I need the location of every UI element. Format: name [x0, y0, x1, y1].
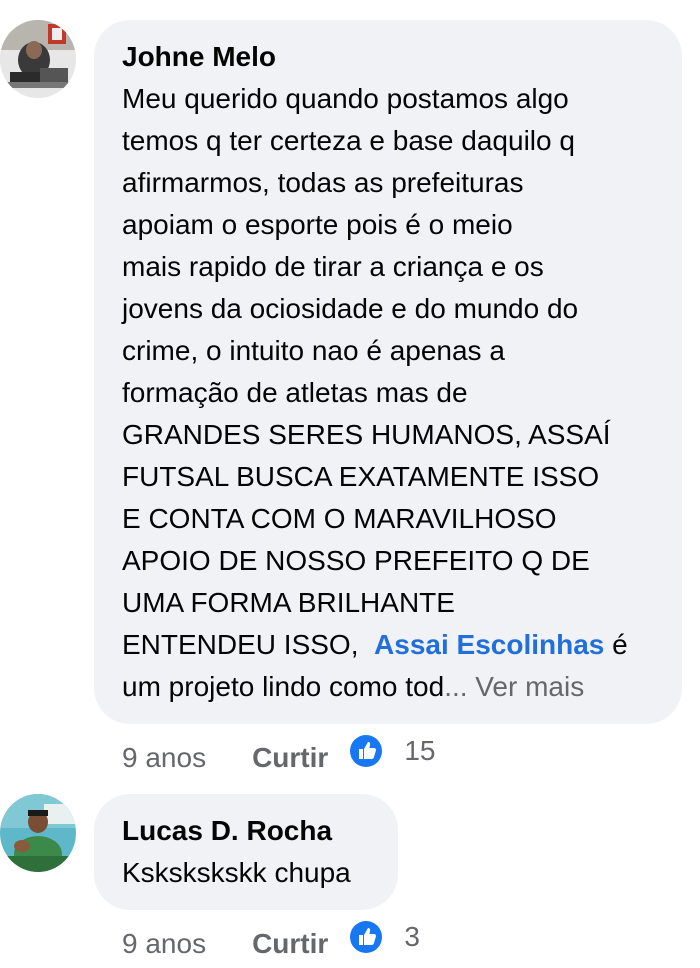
like-button[interactable]: Curtir	[252, 742, 328, 774]
comment-text-segment: é	[604, 629, 628, 660]
comment-line: APOIO DE NOSSO PREFEITO Q DE	[122, 545, 590, 576]
comment-actions: 9 anos Curtir 15	[122, 735, 435, 778]
avatar[interactable]	[0, 794, 76, 872]
avatar[interactable]	[0, 20, 76, 98]
comment-bubble: Lucas D. Rocha Kskskskskk chupa	[94, 794, 398, 910]
comment-text: Meu querido quando postamos algo temos q…	[122, 78, 682, 708]
comment-author[interactable]: Johne Melo	[122, 40, 682, 74]
reaction-summary[interactable]: 3	[350, 921, 420, 953]
comment-text-segment: um projeto lindo como tod	[122, 671, 445, 702]
comment-line: Meu querido quando postamos algo	[122, 83, 569, 114]
reaction-count: 3	[404, 921, 420, 952]
comment-line: temos q ter certeza e base daquilo q	[122, 125, 575, 156]
comment-actions: 9 anos Curtir 3	[122, 921, 420, 964]
comment-author[interactable]: Lucas D. Rocha	[122, 814, 398, 848]
like-icon	[350, 921, 383, 953]
mention-link[interactable]: Assai Escolinhas	[374, 629, 604, 660]
comment-line: jovens da ociosidade e do mundo do	[122, 293, 579, 324]
comment-bubble: Johne Melo Meu querido quando postamos a…	[94, 20, 682, 724]
comment-text: Kskskskskk chupa	[122, 857, 351, 888]
see-more-link[interactable]: ... Ver mais	[444, 671, 584, 702]
like-button[interactable]: Curtir	[252, 928, 328, 960]
comment-line: UMA FORMA BRILHANTE	[122, 587, 455, 618]
reaction-count: 15	[404, 735, 436, 766]
comment-line: GRANDES SERES HUMANOS, ASSAÍ	[122, 419, 611, 450]
comment-line: FUTSAL BUSCA EXATAMENTE ISSO	[122, 461, 600, 492]
comment-line: crime, o intuito nao é apenas a	[122, 335, 505, 366]
comment-timestamp[interactable]: 9 anos	[122, 928, 206, 960]
comment-text-segment: ENTENDEU ISSO,	[122, 629, 375, 660]
comment-line: apoiam o esporte pois é o meio	[122, 209, 513, 240]
reaction-summary[interactable]: 15	[350, 735, 435, 767]
comment-line: E CONTA COM O MARAVILHOSO	[122, 503, 557, 534]
comment-line: formação de atletas mas de	[122, 377, 468, 408]
comment-line: mais rapido de tirar a criança e os	[122, 251, 544, 282]
like-icon	[350, 735, 383, 767]
comment-timestamp[interactable]: 9 anos	[122, 742, 206, 774]
comment-line: ENTENDEU ISSO, Assai Escolinhas é	[122, 624, 682, 666]
comment-line: afirmarmos, todas as prefeituras	[122, 167, 524, 198]
comment-line: um projeto lindo como tod... Ver mais	[122, 666, 682, 708]
